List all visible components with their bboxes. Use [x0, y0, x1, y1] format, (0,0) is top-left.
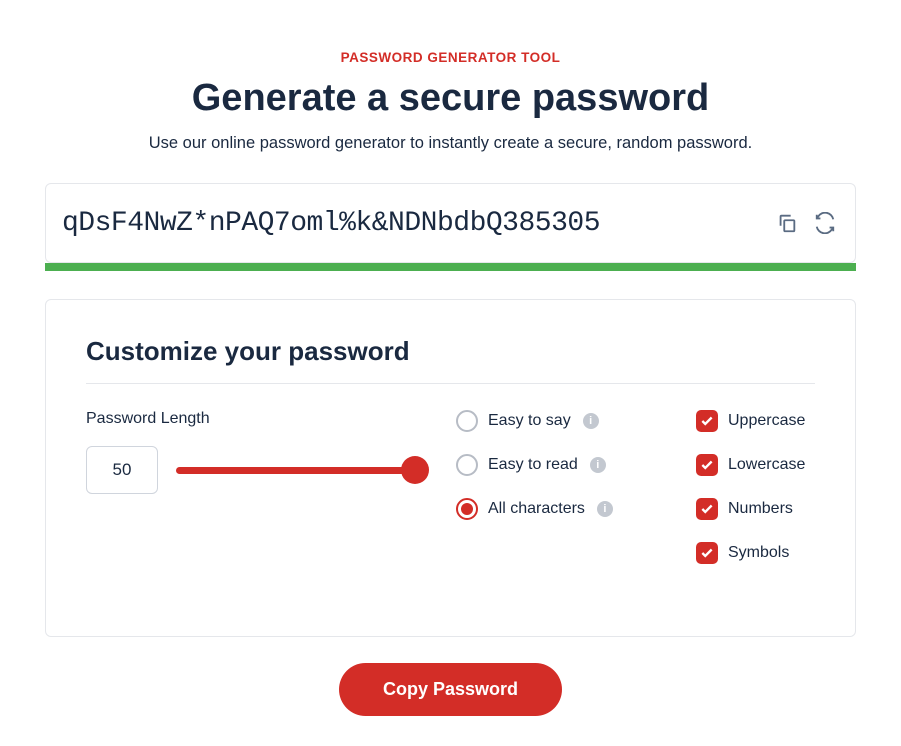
length-input[interactable]: [86, 446, 158, 494]
radio-easy-to-say[interactable]: Easy to say i: [456, 410, 656, 432]
radio-label: All characters: [488, 500, 585, 518]
length-slider[interactable]: [176, 457, 416, 483]
info-icon[interactable]: i: [590, 457, 606, 473]
strength-bar: [45, 263, 856, 271]
page-subtitle: Use our online password generator to ins…: [45, 134, 856, 153]
radio-icon: [456, 454, 478, 476]
checkmark-icon: [696, 454, 718, 476]
copy-password-button[interactable]: Copy Password: [339, 663, 562, 716]
info-icon[interactable]: i: [583, 413, 599, 429]
checkbox-lowercase[interactable]: Lowercase: [696, 454, 815, 476]
radio-label: Easy to read: [488, 456, 578, 474]
info-icon[interactable]: i: [597, 501, 613, 517]
checkbox-label: Lowercase: [728, 456, 805, 474]
radio-icon: [456, 410, 478, 432]
checkbox-label: Numbers: [728, 500, 793, 518]
checkbox-label: Uppercase: [728, 412, 805, 430]
password-display-box: qDsF4NwZ*nPAQ7oml%k&NDNbdbQ385305: [45, 183, 856, 263]
checkbox-symbols[interactable]: Symbols: [696, 542, 815, 564]
radio-icon: [456, 498, 478, 520]
radio-label: Easy to say: [488, 412, 571, 430]
checkbox-label: Symbols: [728, 544, 789, 562]
checkmark-icon: [696, 542, 718, 564]
length-label: Password Length: [86, 410, 416, 428]
refresh-icon[interactable]: [811, 209, 839, 237]
checkmark-icon: [696, 498, 718, 520]
copy-icon[interactable]: [773, 209, 801, 237]
customize-card: Customize your password Password Length …: [45, 299, 856, 637]
generated-password: qDsF4NwZ*nPAQ7oml%k&NDNbdbQ385305: [62, 208, 763, 239]
checkbox-numbers[interactable]: Numbers: [696, 498, 815, 520]
slider-thumb[interactable]: [401, 456, 429, 484]
radio-all-characters[interactable]: All characters i: [456, 498, 656, 520]
eyebrow-label: PASSWORD GENERATOR TOOL: [45, 50, 856, 65]
customize-heading: Customize your password: [86, 336, 815, 384]
radio-easy-to-read[interactable]: Easy to read i: [456, 454, 656, 476]
page-title: Generate a secure password: [45, 77, 856, 120]
slider-track: [176, 467, 416, 474]
checkbox-uppercase[interactable]: Uppercase: [696, 410, 815, 432]
checkmark-icon: [696, 410, 718, 432]
